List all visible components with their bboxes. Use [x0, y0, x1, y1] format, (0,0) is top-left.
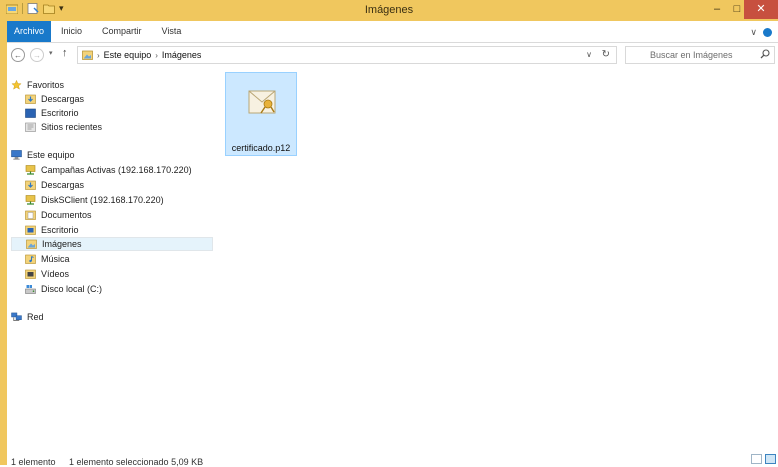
address-history-dropdown[interactable]: ∨	[586, 50, 592, 59]
search-placeholder: Buscar en Imágenes	[650, 50, 733, 60]
search-icon[interactable]	[760, 49, 770, 59]
nav-item-label: Este equipo	[27, 150, 75, 160]
pictures-folder-icon	[26, 239, 37, 249]
details-view-icon[interactable]	[751, 454, 762, 464]
close-button[interactable]: ✕	[744, 0, 778, 19]
nav-item-label: Música	[41, 254, 70, 264]
nav-item-label: Descargas	[41, 94, 85, 104]
help-icon[interactable]	[763, 28, 772, 37]
nav-disksclient[interactable]: DiskSClient (192.168.170.220)	[11, 193, 213, 207]
nav-item-label: Descargas	[41, 180, 85, 190]
tab-inicio[interactable]: Inicio	[51, 21, 92, 42]
breadcrumb-imagenes[interactable]: Imágenes	[162, 50, 202, 60]
breadcrumb-separator: ›	[97, 50, 100, 60]
favorites-star-icon	[11, 80, 22, 90]
nav-item-label: Imágenes	[42, 239, 82, 249]
nav-item-label: Escritorio	[41, 225, 79, 235]
desktop-folder-icon	[25, 225, 36, 235]
downloads-folder-icon	[25, 94, 36, 104]
pictures-location-icon	[82, 50, 93, 60]
search-input[interactable]: Buscar en Imágenes	[625, 46, 775, 64]
window-border	[0, 0, 7, 465]
breadcrumb-este-equipo[interactable]: Este equipo	[104, 50, 152, 60]
nav-item-label: Escritorio	[41, 108, 79, 118]
nav-item-label: Disco local (C:)	[41, 284, 103, 294]
nav-item-label: Documentos	[41, 210, 92, 220]
videos-folder-icon	[25, 269, 36, 279]
view-switcher	[751, 454, 776, 464]
nav-escritorio[interactable]: Escritorio	[11, 223, 213, 237]
maximize-button[interactable]: □	[730, 0, 744, 19]
nav-item-label: DiskSClient (192.168.170.220)	[41, 195, 164, 205]
title-bar[interactable]: ▾ Imágenes – □ ✕	[0, 0, 778, 21]
status-bar: 1 elemento 1 elemento seleccionado 5,09 …	[7, 448, 778, 467]
status-item-count: 1 elemento	[11, 457, 56, 467]
forward-button[interactable]: →	[30, 48, 44, 62]
network-drive-icon	[25, 165, 36, 175]
navigation-pane: Favoritos Descargas Escritorio Sitios re…	[7, 70, 217, 448]
nav-item-label: Campañas Activas (192.168.170.220)	[41, 165, 192, 175]
nav-favoritos-sitios-recientes[interactable]: Sitios recientes	[11, 120, 213, 134]
nav-favoritos-descargas[interactable]: Descargas	[11, 92, 213, 106]
back-button[interactable]: ←	[11, 48, 25, 62]
nav-campanas-activas[interactable]: Campañas Activas (192.168.170.220)	[11, 163, 213, 177]
nav-imagenes[interactable]: Imágenes	[11, 237, 213, 251]
network-icon	[11, 312, 22, 321]
nav-favoritos-escritorio[interactable]: Escritorio	[11, 106, 213, 120]
breadcrumb-separator: ›	[155, 50, 158, 60]
address-bar[interactable]: › Este equipo › Imágenes ∨ ↻	[77, 46, 617, 64]
nav-disco-local[interactable]: Disco local (C:)	[11, 282, 213, 296]
nav-item-label: Sitios recientes	[41, 122, 103, 132]
up-button[interactable]: ↑	[62, 47, 68, 59]
network-drive-icon	[25, 195, 36, 205]
local-disk-icon	[25, 285, 36, 294]
nav-este-equipo[interactable]: Este equipo	[11, 148, 213, 162]
nav-videos[interactable]: Vídeos	[11, 267, 213, 281]
nav-musica[interactable]: Música	[11, 252, 213, 266]
downloads-folder-icon	[25, 180, 36, 190]
file-name: certificado.p12	[231, 143, 291, 153]
ribbon-controls: ∨	[750, 27, 772, 38]
address-row: ← → ▾ ↑ › Este equipo › Imágenes ∨ ↻ Bus…	[7, 43, 778, 69]
nav-item-label: Vídeos	[41, 269, 70, 279]
refresh-button[interactable]: ↻	[602, 49, 610, 60]
computer-icon	[11, 150, 22, 160]
recent-locations-icon[interactable]: ▾	[49, 49, 53, 57]
window-title: Imágenes	[364, 4, 414, 16]
tab-archivo[interactable]: Archivo	[7, 21, 52, 42]
nav-red[interactable]: Red	[11, 310, 213, 324]
certificate-file-icon	[248, 90, 276, 114]
tab-compartir[interactable]: Compartir	[92, 21, 152, 42]
large-icons-view-icon[interactable]	[765, 454, 776, 464]
desktop-folder-icon	[25, 108, 36, 118]
ribbon-expand-icon[interactable]: ∨	[750, 27, 757, 38]
nav-item-label: Favoritos	[27, 80, 65, 90]
nav-item-label: Red	[27, 312, 44, 322]
minimize-button[interactable]: –	[704, 0, 730, 19]
documents-folder-icon	[25, 210, 36, 220]
file-item-certificado[interactable]: certificado.p12	[225, 72, 297, 156]
music-folder-icon	[25, 254, 36, 264]
ribbon-tabs: Archivo Inicio Compartir Vista ∨	[7, 21, 778, 43]
nav-documentos[interactable]: Documentos	[11, 208, 213, 222]
nav-favoritos[interactable]: Favoritos	[11, 78, 213, 92]
file-list: certificado.p12	[217, 70, 778, 448]
status-selection: 1 elemento seleccionado 5,09 KB	[69, 457, 204, 467]
nav-descargas[interactable]: Descargas	[11, 178, 213, 192]
tab-vista[interactable]: Vista	[152, 21, 192, 42]
recent-places-icon	[25, 122, 36, 132]
